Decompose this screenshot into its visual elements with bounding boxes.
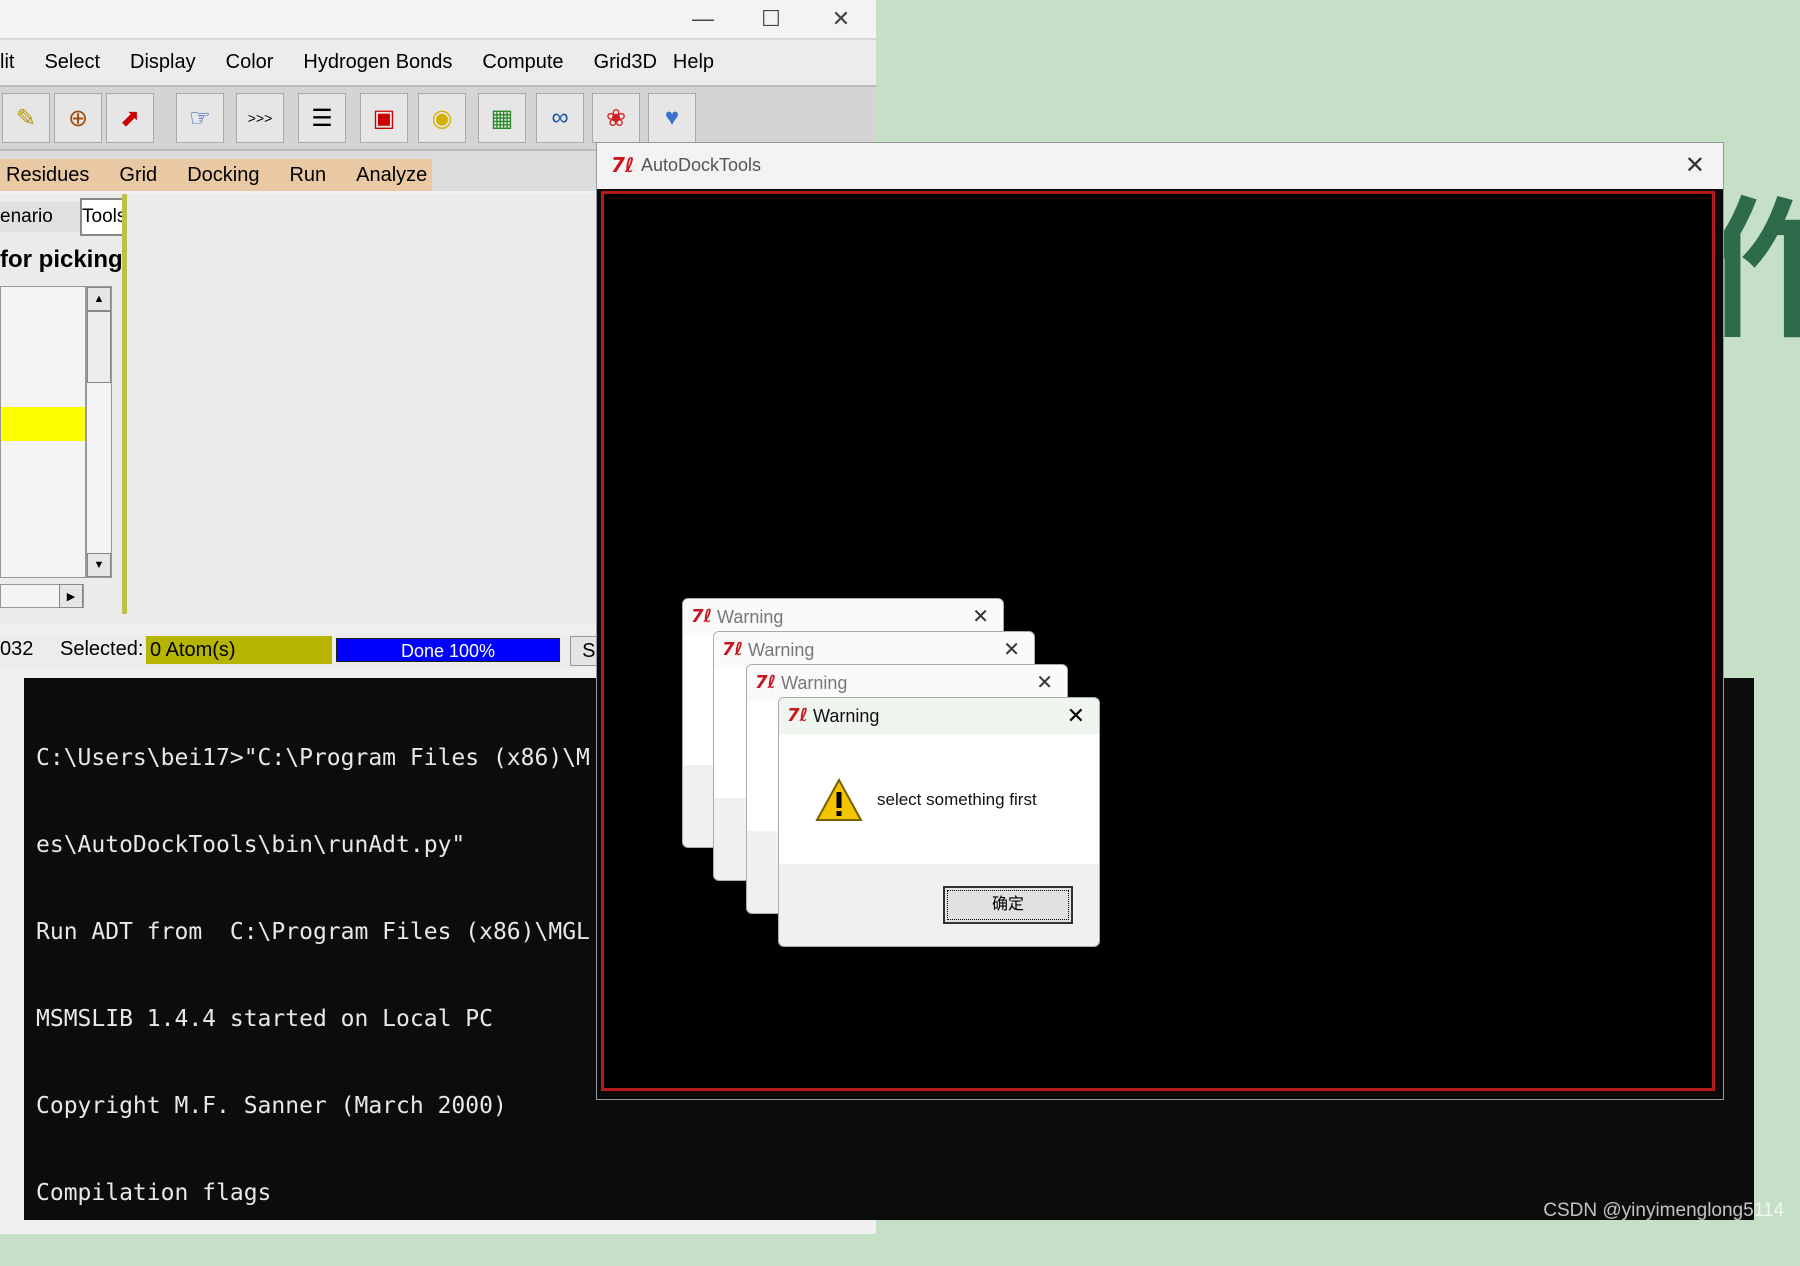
red-molecule-icon[interactable]: ❀: [592, 93, 640, 143]
dialog-title: Warning: [781, 673, 848, 693]
console-line: MSMSLIB 1.4.4 started on Local PC: [36, 1006, 493, 1032]
adt-tabs: Residues Grid Docking Run Analyze: [0, 159, 432, 191]
fr-balloon-icon[interactable]: ♥: [648, 93, 696, 143]
console-output: C:\Users\bei17>"C:\Program Files (x86)\M…: [36, 686, 590, 1266]
console-line: Compilation flags: [36, 1180, 272, 1206]
menu-edit[interactable]: lit: [0, 51, 14, 74]
scroll-thumb[interactable]: [87, 311, 111, 383]
scroll-right-icon[interactable]: ▶: [59, 584, 83, 608]
tab-analyze[interactable]: Analyze: [356, 164, 427, 187]
window-title: AutoDockTools: [641, 155, 762, 175]
dialog-body: select something first: [779, 734, 1099, 864]
dialog-title: Warning: [748, 640, 815, 660]
console-line: Copyright M.F. Sanner (March 2000): [36, 1093, 507, 1119]
warning-message: select something first: [877, 790, 1037, 809]
menu-select[interactable]: Select: [44, 51, 100, 74]
menu-hydrogen-bonds[interactable]: Hydrogen Bonds: [303, 51, 452, 74]
tab-docking[interactable]: Docking: [187, 164, 259, 187]
tk-feather-icon: 7ℓ: [755, 672, 777, 693]
console-line: C:\Users\bei17>"C:\Program Files (x86)\M: [36, 745, 590, 771]
tk-feather-icon: 7ℓ: [691, 606, 713, 627]
picking-label: for picking: [0, 246, 123, 273]
color-shapes-icon[interactable]: ◉: [418, 93, 466, 143]
menu-color[interactable]: Color: [226, 51, 274, 74]
dialog-title: Warning: [717, 607, 784, 627]
close-icon[interactable]: ✕: [1036, 670, 1053, 695]
text-lines-icon[interactable]: ☰: [298, 93, 346, 143]
dialog-titlebar: 7ℓ Warning ✕: [747, 665, 1067, 701]
tab-residues[interactable]: Residues: [6, 164, 89, 187]
network-icon[interactable]: ▦: [478, 93, 526, 143]
autodocktools-titlebar: 7ℓ AutoDockTools ✕: [597, 143, 1723, 189]
menu-grid3d[interactable]: Grid3D: [594, 51, 657, 74]
close-icon[interactable]: ✕: [1685, 151, 1705, 180]
ok-button[interactable]: 确定: [943, 886, 1073, 924]
scroll-down-icon[interactable]: ▼: [87, 553, 111, 577]
dialog-titlebar: 7ℓ Warning ✕: [779, 698, 1099, 734]
dialog-titlebar: 7ℓ Warning ✕: [683, 599, 1003, 635]
main-titlebar: — ☐ ✕: [0, 0, 876, 38]
horizontal-scrollbar[interactable]: ▶: [0, 584, 84, 608]
tk-feather-icon: 7ℓ: [611, 153, 635, 177]
dashboard-edge: [122, 194, 127, 614]
warning-triangle-icon: [815, 778, 863, 821]
dashboard-list[interactable]: [0, 286, 86, 578]
status-count: 032: [0, 638, 34, 660]
tk-feather-icon: 7ℓ: [722, 639, 744, 660]
scroll-up-icon[interactable]: ▲: [87, 287, 111, 311]
tab-scenario[interactable]: enario: [0, 202, 80, 232]
dialog-titlebar: 7ℓ Warning ✕: [714, 632, 1034, 668]
close-icon[interactable]: ✕: [1067, 703, 1085, 729]
dialog-title: Warning: [813, 706, 880, 726]
crosshair-icon[interactable]: ⊕: [54, 93, 102, 143]
progress-bar: Done 100%: [336, 638, 560, 662]
selected-label: Selected:: [60, 638, 144, 660]
tab-run[interactable]: Run: [289, 164, 326, 187]
menu-display[interactable]: Display: [130, 51, 196, 74]
selected-row-highlight[interactable]: [1, 407, 85, 441]
stereo-glasses-icon[interactable]: ∞: [536, 93, 584, 143]
display-window-icon[interactable]: ▣: [360, 93, 408, 143]
watermark: CSDN @yinyimenglong5114: [1543, 1200, 1784, 1221]
vertical-scrollbar[interactable]: ▲ ▼: [86, 286, 112, 578]
close-icon[interactable]: ✕: [972, 604, 989, 629]
menubar: lit Select Display Color Hydrogen Bonds …: [0, 38, 876, 85]
menu-compute[interactable]: Compute: [482, 51, 563, 74]
minimize-icon[interactable]: —: [670, 0, 736, 38]
tab-grid[interactable]: Grid: [119, 164, 157, 187]
maximize-icon[interactable]: ☐: [738, 0, 804, 38]
menu-help[interactable]: Help: [673, 51, 714, 74]
console-line: Run ADT from C:\Program Files (x86)\MGL: [36, 919, 590, 945]
selected-atoms-field: 0 Atom(s): [146, 636, 332, 664]
warning-dialog-active: 7ℓ Warning ✕ select something first 确定: [778, 697, 1100, 947]
console-line: es\AutoDockTools\bin\runAdt.py": [36, 832, 466, 858]
close-icon[interactable]: ✕: [808, 0, 874, 38]
close-icon[interactable]: ✕: [1003, 637, 1020, 662]
select-cursor-icon[interactable]: ⬈: [106, 93, 154, 143]
hand-pointer-icon[interactable]: ☞: [176, 93, 224, 143]
python-shell-icon[interactable]: >>>: [236, 93, 284, 143]
tk-feather-icon: 7ℓ: [787, 705, 809, 726]
pencil-icon[interactable]: ✎: [2, 93, 50, 143]
tab-tools[interactable]: Tools: [80, 198, 124, 236]
